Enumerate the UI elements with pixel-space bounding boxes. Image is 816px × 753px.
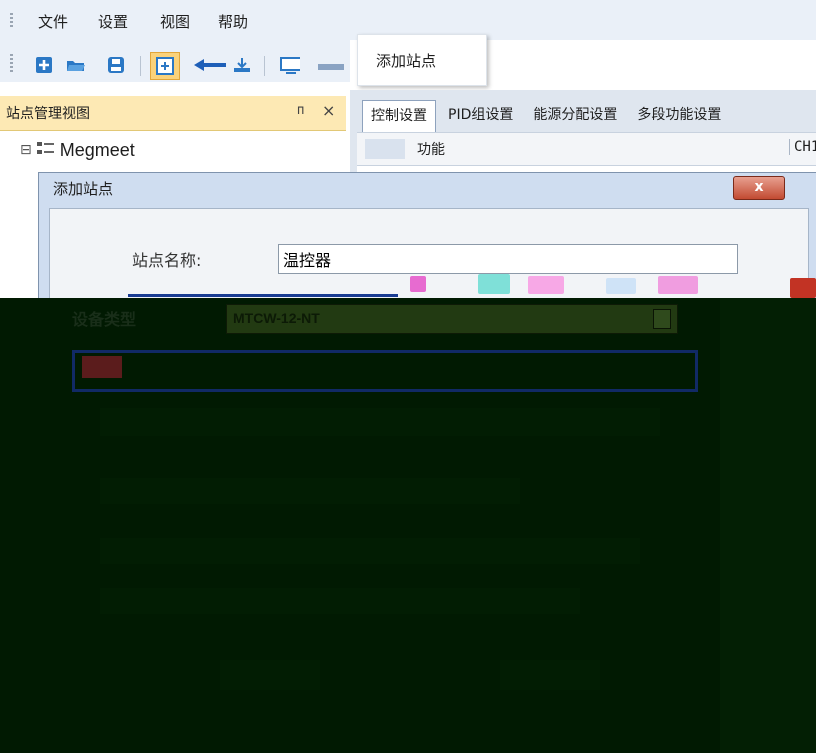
tab-multisegment-settings[interactable]: 多段功能设置: [629, 100, 729, 132]
ghost-row: [100, 538, 640, 564]
upload-icon[interactable]: [192, 56, 228, 74]
toolbar-grip: [10, 54, 13, 72]
noise-fragment: [82, 356, 122, 378]
noise-fragment: [528, 276, 564, 294]
tab-energy-settings[interactable]: 能源分配设置: [525, 100, 625, 132]
collapse-icon[interactable]: ⊟: [20, 142, 32, 158]
column-header-ch1[interactable]: CH1: [789, 139, 816, 155]
tab-control-settings[interactable]: 控制设置: [362, 100, 436, 132]
toolbar: [0, 40, 350, 82]
menu-grip: [10, 13, 13, 29]
monitor-icon[interactable]: [280, 56, 300, 74]
ghost-button: [220, 660, 320, 690]
tree-root-label: Megmeet: [59, 139, 135, 160]
ghost-row: [100, 408, 660, 436]
dialog-close-button[interactable]: x: [733, 176, 785, 200]
device-type-label: 设备类型: [72, 310, 137, 329]
open-folder-icon[interactable]: [66, 56, 86, 74]
menu-help[interactable]: 帮助: [218, 11, 248, 32]
chevron-down-icon[interactable]: [653, 309, 671, 329]
noise-fragment: [478, 274, 510, 294]
ghost-button: [500, 660, 600, 690]
selection-line: [128, 294, 398, 297]
close-icon[interactable]: ×: [322, 101, 335, 120]
grid-header: 功能 CH1: [357, 133, 816, 166]
tab-pid-settings[interactable]: PID组设置: [440, 100, 521, 132]
ghost-row: [100, 478, 520, 504]
add-station-icon[interactable]: [150, 52, 180, 80]
noise-fragment: [606, 278, 636, 294]
toolbar-separator: [264, 56, 265, 76]
menu-file[interactable]: 文件: [38, 11, 68, 32]
tooltip: 添加站点: [357, 34, 487, 86]
station-name-input[interactable]: [278, 244, 738, 274]
panel-title: 站点管理视图: [6, 106, 90, 122]
pin-icon[interactable]: ᴨ: [297, 103, 304, 118]
device-type-value: MTCW-12-NT: [233, 310, 320, 326]
noise-fragment: [790, 278, 816, 298]
toolbar-overflow[interactable]: [318, 64, 344, 70]
tree-node-megmeet[interactable]: ⊟ Megmeet: [20, 138, 135, 162]
menu-settings[interactable]: 设置: [98, 11, 128, 32]
ghost-row: [100, 588, 580, 614]
device-type-select[interactable]: MTCW-12-NT: [226, 304, 678, 334]
toolbar-separator: [140, 56, 141, 76]
noise-fragment: [410, 276, 426, 292]
grid-corner[interactable]: [365, 139, 405, 159]
dark-overlay: 设备类型 MTCW-12-NT: [0, 298, 816, 753]
noise-fragment: [658, 276, 698, 294]
station-name-label: 站点名称:: [132, 251, 202, 270]
list-icon: [36, 140, 56, 160]
save-icon[interactable]: [106, 56, 126, 74]
dialog-title: 添加站点: [53, 180, 114, 198]
new-icon[interactable]: [34, 56, 54, 74]
download-icon[interactable]: [232, 56, 252, 74]
overlay-right-band: [720, 298, 816, 753]
tab-strip: 控制设置 PID组设置 能源分配设置 多段功能设置: [362, 100, 733, 132]
station-panel-header: 站点管理视图 ᴨ ×: [0, 96, 346, 131]
tooltip-text: 添加站点: [376, 52, 437, 70]
column-header-function[interactable]: 功能: [417, 139, 445, 159]
focus-frame: [72, 350, 698, 392]
menu-view[interactable]: 视图: [160, 11, 190, 32]
